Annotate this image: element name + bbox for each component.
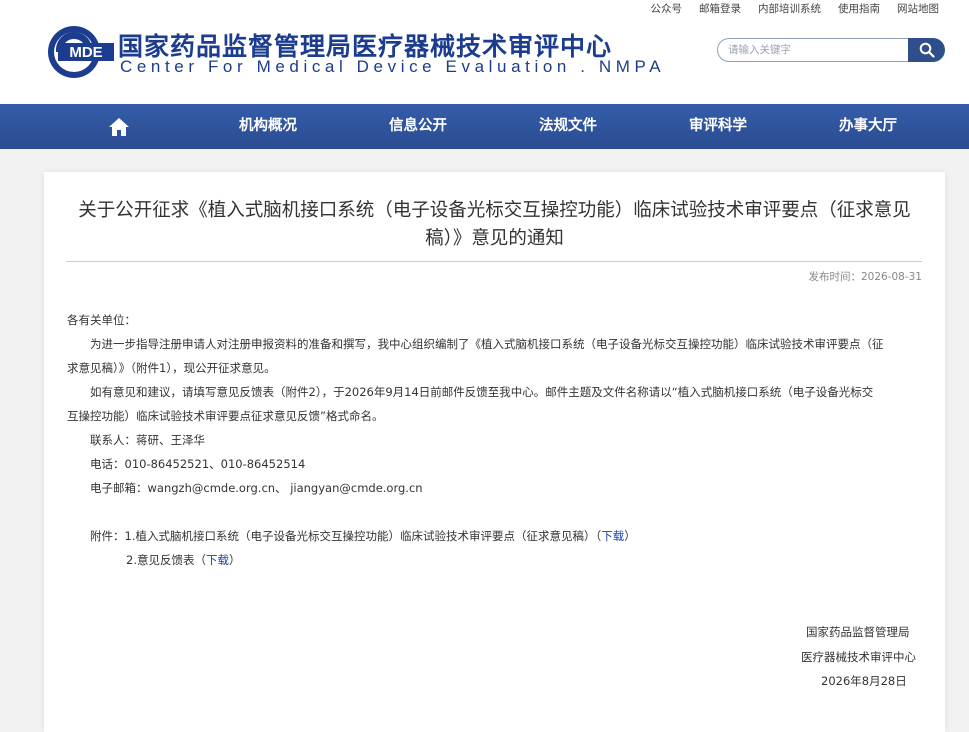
nav-item-review-science[interactable]: 审评科学: [689, 104, 747, 149]
para1-line1: 为进一步指导注册申请人对注册申报资料的准备和撰写，我中心组织编制了《植入式脑机接…: [90, 337, 884, 351]
publish-date: 发布时间：2026-08-31: [808, 271, 922, 283]
search-button[interactable]: [908, 38, 945, 62]
logo-text: MDE: [69, 44, 102, 61]
attachment-2-label: 2.意见反馈表（: [126, 553, 206, 567]
nav-item-about[interactable]: 机构概况: [239, 104, 297, 149]
signature-org-2: 医疗器械技术审评中心: [801, 650, 916, 664]
search-box: [717, 38, 945, 62]
greeting: 各有关单位：: [67, 313, 136, 327]
title-divider: [66, 261, 922, 262]
top-links: 公众号 邮箱登录 内部培训系统 使用指南 网站地图: [634, 1, 940, 16]
signature-org-1: 国家药品监督管理局: [806, 625, 910, 639]
attachment-1-paren: ）: [624, 529, 636, 543]
toplink-training-system[interactable]: 内部培训系统: [758, 1, 821, 16]
attachment-1: 附件：1.植入式脑机接口系统（电子设备光标交互操控功能）临床试验技术审评要点（征…: [90, 528, 636, 544]
nav-item-regulations[interactable]: 法规文件: [539, 104, 597, 149]
nav-item-service-hall[interactable]: 办事大厅: [839, 104, 897, 149]
site-title-en: Center For Medical Device Evaluation . N…: [120, 57, 666, 76]
site-header: 公众号 邮箱登录 内部培训系统 使用指南 网站地图 MDE 国家药品监督管理局医…: [0, 0, 969, 104]
mde-logo[interactable]: MDE: [46, 24, 116, 80]
attachment-2: 2.意见反馈表（下载）: [126, 552, 240, 568]
article-title: 关于公开征求《植入式脑机接口系统（电子设备光标交互操控功能）临床试验技术审评要点…: [78, 200, 911, 249]
para2-line2: 互操控功能）临床试验技术审评要点征求意见反馈”格式命名。: [67, 409, 384, 423]
contact-persons: 联系人：蒋研、王泽华: [90, 433, 205, 447]
signature-date: 2026年8月28日: [821, 674, 907, 688]
main-nav: 机构概况 信息公开 法规文件 审评科学 办事大厅: [0, 104, 969, 149]
attachment-1-label: 附件：1.植入式脑机接口系统（电子设备光标交互操控功能）临床试验技术审评要点（征…: [90, 529, 602, 543]
contact-phone: 电话：010-86452521、010-86452514: [90, 457, 306, 471]
search-icon: [919, 42, 935, 58]
toplink-wechat[interactable]: 公众号: [651, 1, 683, 16]
toplink-sitemap[interactable]: 网站地图: [897, 1, 939, 16]
para1-line2: 求意见稿）》（附件1），现公开征求意见。: [67, 361, 276, 375]
contact-email: 电子邮箱：wangzh@cmde.org.cn、 jiangyan@cmde.o…: [90, 481, 423, 495]
search-input[interactable]: [717, 38, 909, 62]
toplink-guide[interactable]: 使用指南: [838, 1, 880, 16]
toplink-mail-login[interactable]: 邮箱登录: [699, 1, 741, 16]
article-container: 关于公开征求《植入式脑机接口系统（电子设备光标交互操控功能）临床试验技术审评要点…: [44, 172, 945, 732]
nav-item-info-disclosure[interactable]: 信息公开: [389, 104, 447, 149]
para2-line1: 如有意见和建议，请填写意见反馈表（附件2），于2026年9月14日前邮件反馈至我…: [90, 385, 874, 399]
attachment-2-download-link[interactable]: 下载: [206, 553, 229, 567]
attachment-2-paren: ）: [228, 553, 241, 567]
home-icon[interactable]: [108, 117, 130, 137]
attachment-1-download-link[interactable]: 下载: [601, 529, 624, 543]
